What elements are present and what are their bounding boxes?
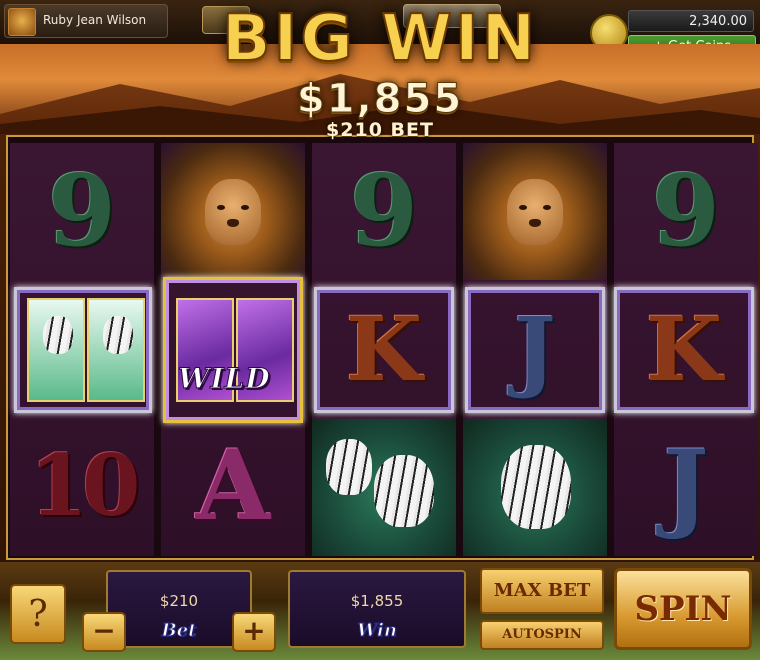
win-panel: $1,855 Win [288,570,466,648]
reel-area: 9 10 A 9 9 J WILD K J K [6,135,758,560]
win-frame-reel-3: K [314,287,454,413]
max-bet-button[interactable]: MAX BET [480,568,604,614]
symbol-tiger-pair [312,419,456,556]
symbol-10: 10 [29,436,141,535]
symbol-9: 9 [47,154,117,269]
lion-icon [205,179,261,245]
tiger-icon [374,455,434,527]
help-button[interactable]: ? [10,584,66,644]
win-label: Win [357,620,398,642]
symbol-lion [463,143,607,280]
symbol-9: 9 [349,154,419,269]
symbol-9: 9 [651,154,721,269]
symbol-tiger [27,298,85,402]
win-frame-reel-5: K [614,287,754,413]
win-frame-reel-1 [14,287,152,413]
symbol-a: A [195,429,271,542]
big-win-headline: BIG WIN [221,1,539,77]
wild-label: WILD [178,362,271,396]
symbol-lion [161,143,305,280]
tiger-icon [103,316,133,354]
win-frame-reel-2: WILD [163,277,303,423]
symbol-j: J [514,297,556,401]
symbol-k: K [345,297,423,401]
lion-icon [507,179,563,245]
tiger-icon [43,316,73,354]
symbol-j: J [663,429,709,542]
autospin-button[interactable]: AUTOSPIN [480,620,604,650]
bet-value: $210 [159,592,199,610]
big-win-bet: $210 BET [326,119,434,141]
symbol-k: K [645,297,723,401]
win-value: $1,855 [350,592,404,610]
symbol-tiger [87,298,145,402]
bet-increase-button[interactable]: + [232,612,276,652]
bet-panel: $210 Bet [106,570,252,648]
tiger-icon [326,439,372,495]
bet-label: Bet [161,620,197,642]
win-frame-reel-4: J [465,287,605,413]
symbol-tiger [463,419,607,556]
tiger-icon [501,445,571,529]
spin-button[interactable]: SPIN [614,568,752,650]
bet-decrease-button[interactable]: − [82,612,126,652]
big-win-amount: $1,855 [296,76,464,123]
